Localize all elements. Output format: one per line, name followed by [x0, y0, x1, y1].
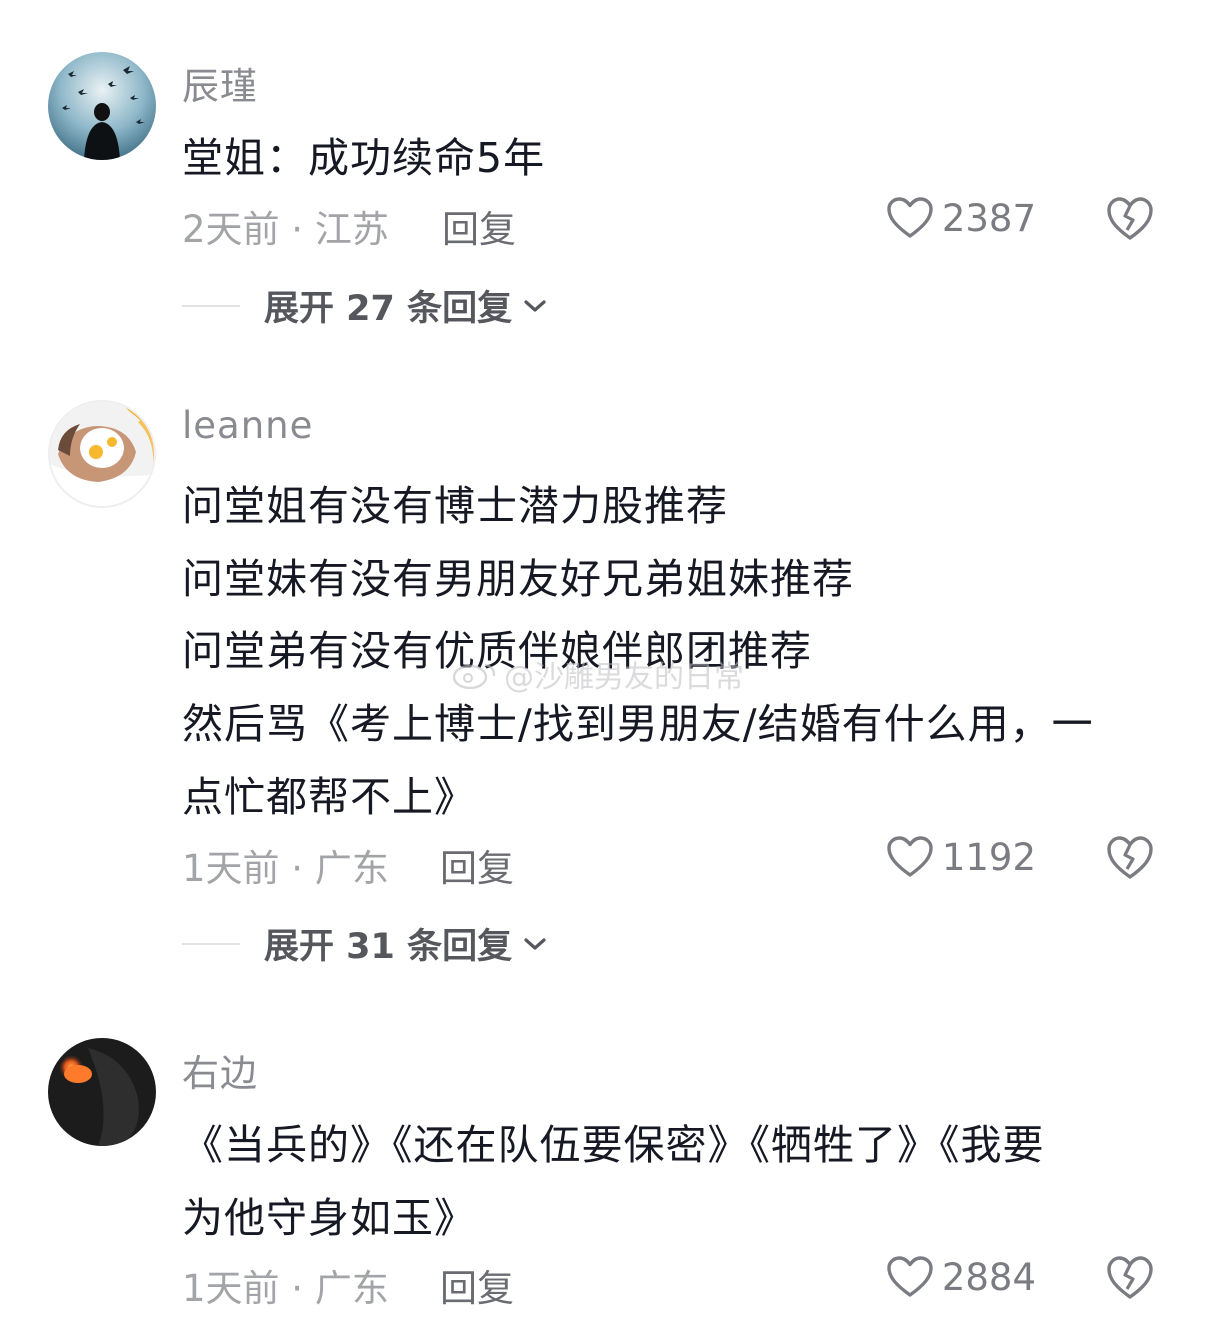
like-button[interactable]: 1192 [886, 835, 1036, 879]
chevron-down-icon [524, 937, 546, 950]
comment-text-line: 问堂姐有没有博士潜力股推荐 [182, 482, 728, 530]
avatar[interactable] [48, 400, 156, 508]
reply-button[interactable]: 回复 [442, 199, 516, 253]
expand-replies[interactable]: 展开 27 条回复 [182, 280, 548, 331]
heart-outline-icon [887, 836, 933, 877]
weibo-logo-icon [452, 663, 496, 689]
comment-text-line: 点忙都帮不上》 [182, 773, 476, 821]
avatar-birds-icon [48, 52, 156, 160]
avatar-egg-mask-icon [50, 402, 154, 506]
username[interactable]: leanne [182, 404, 313, 447]
dislike-button[interactable] [1106, 196, 1154, 242]
broken-heart-icon [1107, 836, 1153, 879]
heart-outline-icon [887, 1256, 933, 1297]
expand-replies-label: 展开 27 条回复 [264, 289, 513, 329]
avatar[interactable] [48, 52, 156, 160]
chevron-down-icon [524, 299, 546, 312]
like-button[interactable]: 2387 [886, 196, 1036, 240]
comment-text-line: 《当兵的》《还在队伍要保密》《牺牲了》《我要 [182, 1121, 1045, 1169]
expand-divider [182, 942, 240, 945]
comment-text-line: 堂姐：成功续命5年 [182, 134, 546, 182]
time-location: 2天前 · 江苏 [182, 208, 389, 251]
reply-button[interactable]: 回复 [440, 838, 514, 892]
broken-heart-icon [1107, 1256, 1153, 1299]
comment-text-line: 为他守身如玉》 [182, 1194, 476, 1242]
comment-text-line: 问堂妹有没有男朋友好兄弟姐妹推荐 [182, 555, 854, 603]
username[interactable]: 辰瑾 [182, 56, 258, 110]
time-location: 1天前 · 广东 [182, 847, 389, 890]
like-button[interactable]: 2884 [886, 1255, 1036, 1299]
username[interactable]: 右边 [182, 1043, 258, 1097]
expand-replies-label: 展开 31 条回复 [264, 927, 513, 967]
like-count: 2884 [941, 1255, 1036, 1299]
avatar-dark-glow-icon [48, 1038, 156, 1146]
heart-outline-icon [887, 197, 933, 238]
watermark-text: @沙雕男友的日常 [504, 660, 744, 695]
dislike-button[interactable] [1106, 1255, 1154, 1301]
time-location: 1天前 · 广东 [182, 1267, 389, 1310]
watermark: @沙雕男友的日常 [452, 652, 744, 696]
like-count: 2387 [941, 196, 1036, 240]
like-count: 1192 [941, 835, 1036, 879]
expand-replies[interactable]: 展开 31 条回复 [182, 918, 548, 969]
comment-text-line: 然后骂《考上博士/找到男朋友/结婚有什么用，一 [182, 700, 1094, 748]
dislike-button[interactable] [1106, 835, 1154, 881]
reply-button[interactable]: 回复 [440, 1258, 514, 1312]
avatar[interactable] [48, 1038, 156, 1146]
broken-heart-icon [1107, 197, 1153, 240]
expand-divider [182, 304, 240, 307]
